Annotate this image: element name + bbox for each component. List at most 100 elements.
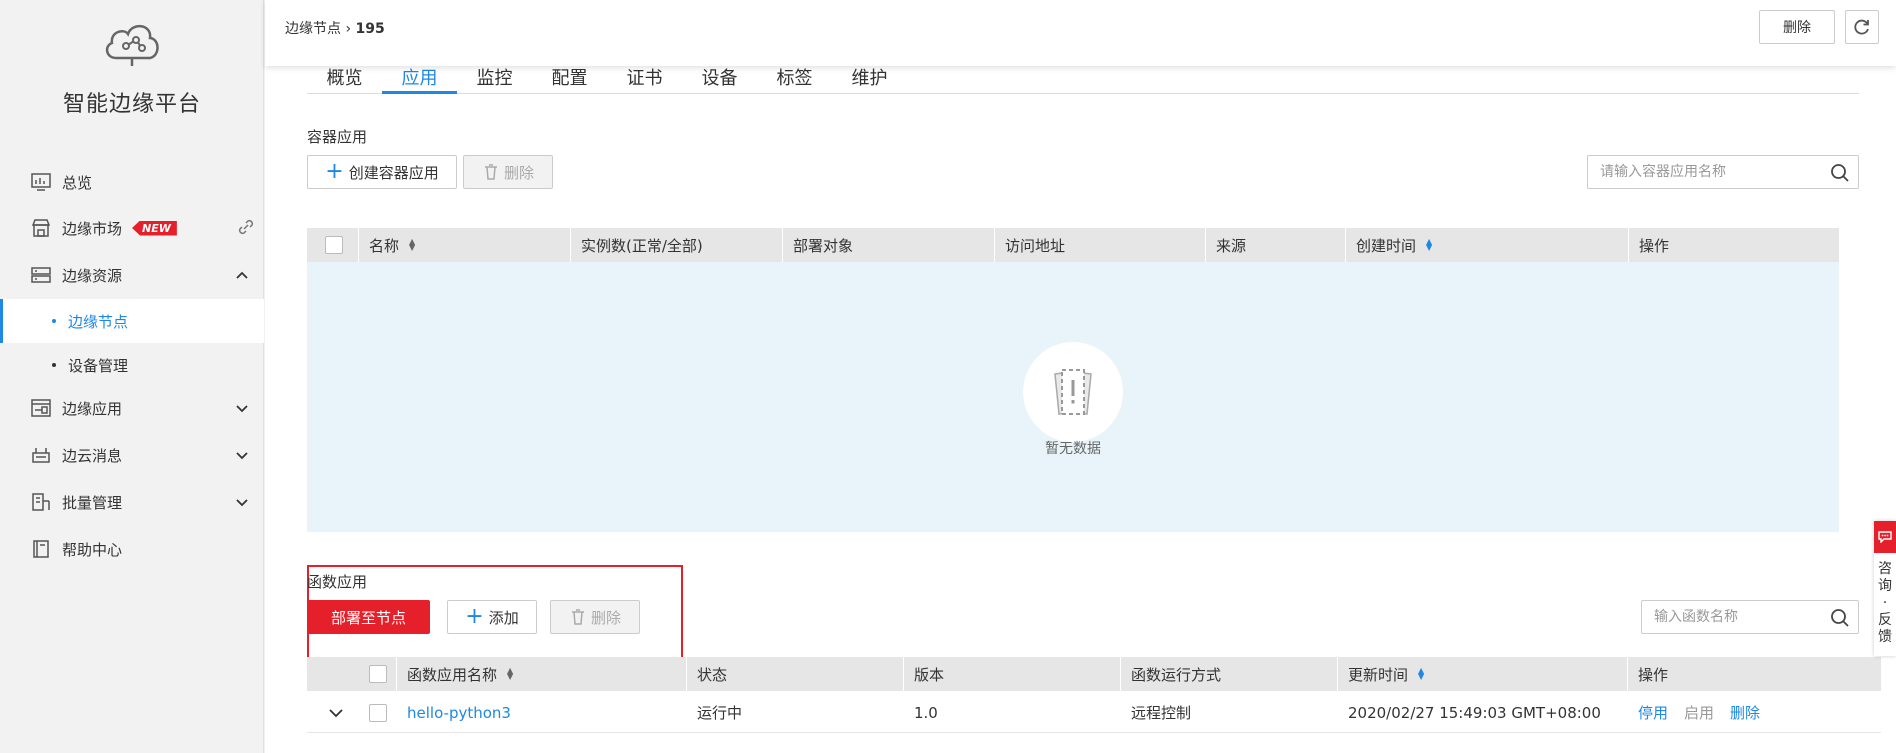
sidebar-item-resources[interactable]: 边缘资源 bbox=[0, 253, 264, 297]
expand-row-toggle[interactable] bbox=[307, 693, 357, 733]
chevron-down-icon bbox=[232, 398, 252, 418]
store-icon bbox=[30, 217, 52, 239]
table-row: hello-python3 运行中 1.0 远程控制 2020/02/27 15… bbox=[307, 693, 1881, 733]
row-checkbox[interactable] bbox=[369, 703, 387, 722]
plus-icon: + bbox=[325, 159, 344, 184]
search-icon[interactable] bbox=[1830, 163, 1850, 187]
chat-icon bbox=[1874, 521, 1896, 553]
refresh-button[interactable] bbox=[1845, 10, 1879, 44]
column-header: 来源 bbox=[1206, 228, 1346, 262]
select-all-checkbox[interactable] bbox=[325, 236, 343, 254]
select-all-cell bbox=[357, 657, 397, 691]
feedback-char: 询 bbox=[1878, 578, 1892, 594]
search-icon[interactable] bbox=[1830, 608, 1850, 632]
select-all-checkbox[interactable] bbox=[369, 665, 387, 683]
sidebar-subitem-devices[interactable]: 设备管理 bbox=[0, 343, 264, 387]
sidebar-item-market[interactable]: 边缘市场 NEW bbox=[0, 206, 264, 250]
version-text: 1.0 bbox=[914, 703, 938, 722]
column-header[interactable]: 名称 ▲ ▼ bbox=[359, 228, 571, 262]
sidebar-item-label: 边缘资源 bbox=[62, 266, 123, 285]
delete-node-button[interactable]: 删除 bbox=[1759, 10, 1835, 44]
column-header: 函数运行方式 bbox=[1121, 657, 1338, 691]
row-actions: 停用 启用 删除 bbox=[1628, 693, 1881, 733]
dashboard-icon bbox=[30, 171, 52, 193]
no-data-icon bbox=[1054, 369, 1092, 415]
column-header: 实例数(正常/全部) bbox=[571, 228, 783, 262]
column-header: 访问地址 bbox=[995, 228, 1206, 262]
function-search-field[interactable] bbox=[1641, 600, 1859, 634]
create-container-app-button[interactable]: + 创建容器应用 bbox=[307, 155, 457, 189]
column-header[interactable]: 创建时间 ▲ ▼ bbox=[1346, 228, 1629, 262]
breadcrumb-separator: › bbox=[345, 21, 352, 37]
breadcrumb-parent[interactable]: 边缘节点 bbox=[285, 21, 341, 37]
feedback-char: · bbox=[1882, 595, 1888, 611]
row-select-cell bbox=[357, 693, 397, 733]
sidebar-subitem-label: 边缘节点 bbox=[68, 312, 129, 331]
sidebar-item-label: 边云消息 bbox=[62, 446, 123, 465]
new-badge: NEW bbox=[132, 220, 177, 236]
chevron-up-icon bbox=[232, 265, 252, 285]
sidebar: 智能边缘平台 总览 边缘市场 NEW 边缘资源 边缘节点 设备管理 边缘应用 边… bbox=[0, 0, 264, 753]
column-header[interactable]: 函数应用名称 ▲ ▼ bbox=[397, 657, 687, 691]
column-header: 版本 bbox=[904, 657, 1121, 691]
column-label: 更新时间 bbox=[1348, 665, 1409, 684]
column-label: 函数应用名称 bbox=[407, 665, 498, 684]
trash-icon bbox=[571, 609, 584, 625]
sidebar-item-label: 边缘市场 bbox=[62, 219, 123, 238]
status-text: 运行中 bbox=[697, 704, 743, 722]
chevron-down-icon bbox=[232, 445, 252, 465]
top-bar: 边缘节点 › 195 删除 bbox=[265, 0, 1896, 66]
message-icon bbox=[30, 444, 52, 466]
sidebar-item-overview[interactable]: 总览 bbox=[0, 160, 264, 204]
sidebar-subitem-edge-nodes[interactable]: 边缘节点 bbox=[0, 299, 264, 343]
delete-action[interactable]: 删除 bbox=[1730, 702, 1760, 723]
help-book-icon bbox=[30, 538, 52, 560]
feedback-widget[interactable]: 咨 询 · 反 馈 bbox=[1874, 521, 1896, 656]
breadcrumb: 边缘节点 › 195 bbox=[285, 18, 385, 38]
column-header: 部署对象 bbox=[783, 228, 995, 262]
main-content: 边缘节点 › 195 删除 概览 应用 监控 配置 证书 设备 标签 维护 容器… bbox=[265, 0, 1896, 753]
add-function-button[interactable]: + 添加 bbox=[447, 600, 537, 634]
delete-function-button[interactable]: 删除 bbox=[550, 600, 640, 634]
column-header: 状态 bbox=[687, 657, 904, 691]
sidebar-item-batch[interactable]: 批量管理 bbox=[0, 480, 264, 524]
column-header[interactable]: 更新时间 ▲ ▼ bbox=[1338, 657, 1628, 691]
sidebar-item-messages[interactable]: 边云消息 bbox=[0, 433, 264, 477]
external-link-icon[interactable] bbox=[238, 219, 254, 239]
container-search-field[interactable] bbox=[1587, 155, 1859, 189]
container-search-input[interactable] bbox=[1588, 156, 1818, 188]
sidebar-item-label: 边缘应用 bbox=[62, 399, 123, 418]
container-apps-title: 容器应用 bbox=[307, 128, 368, 146]
sidebar-item-label: 总览 bbox=[62, 173, 93, 192]
button-label: 创建容器应用 bbox=[348, 163, 439, 182]
sidebar-item-apps[interactable]: 边缘应用 bbox=[0, 386, 264, 430]
column-label: 名称 bbox=[369, 236, 400, 255]
sort-icon: ▲ ▼ bbox=[1426, 237, 1433, 252]
sort-icon: ▲ ▼ bbox=[409, 237, 416, 252]
button-label: 添加 bbox=[488, 608, 519, 627]
chevron-down-icon bbox=[329, 708, 343, 717]
feedback-label: 咨 询 · 反 馈 bbox=[1874, 553, 1896, 646]
cloud-logo-icon bbox=[105, 25, 159, 66]
select-all-cell bbox=[307, 228, 359, 262]
sidebar-item-label: 批量管理 bbox=[62, 493, 123, 512]
plus-icon: + bbox=[465, 604, 484, 629]
delete-container-app-button[interactable]: 删除 bbox=[463, 155, 553, 189]
column-header: 操作 bbox=[1638, 665, 1669, 684]
sort-icon: ▲ ▼ bbox=[507, 666, 514, 681]
button-label: 删除 bbox=[503, 163, 534, 182]
bullet-dot bbox=[52, 319, 56, 323]
feedback-char: 咨 bbox=[1878, 561, 1892, 577]
bullet-dot bbox=[52, 363, 56, 367]
batch-icon bbox=[30, 491, 52, 513]
column-header: 操作 bbox=[1639, 236, 1670, 255]
function-search-input[interactable] bbox=[1642, 601, 1818, 633]
run-mode-text: 远程控制 bbox=[1131, 704, 1192, 722]
logo: 智能边缘平台 bbox=[0, 18, 264, 118]
sidebar-item-help[interactable]: 帮助中心 bbox=[0, 527, 264, 571]
empty-text: 暂无数据 bbox=[1045, 441, 1101, 457]
function-apps-title: 函数应用 bbox=[307, 573, 368, 591]
function-name-link[interactable]: hello-python3 bbox=[397, 693, 687, 733]
stop-action[interactable]: 停用 bbox=[1638, 702, 1668, 723]
deploy-to-node-button[interactable]: 部署至节点 bbox=[307, 600, 430, 634]
